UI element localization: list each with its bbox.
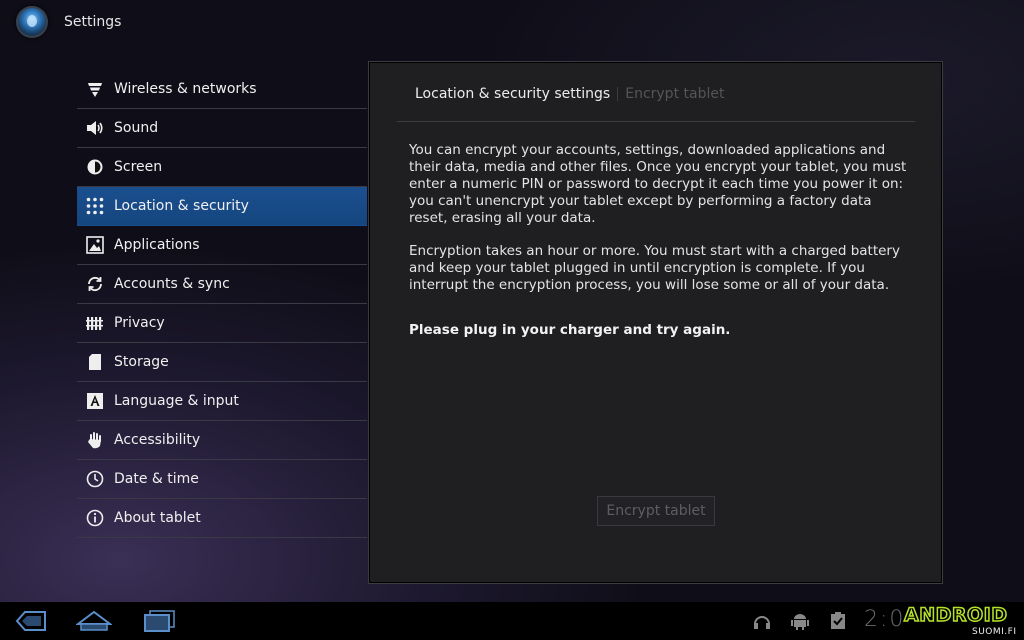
recent-apps-icon[interactable] <box>142 608 176 634</box>
sidebar-item-label: Wireless & networks <box>114 81 257 97</box>
brightness-icon <box>85 157 105 177</box>
watermark-sub: SUOMI.FI <box>972 627 1017 637</box>
sidebar-item-label: Date & time <box>114 471 199 487</box>
clipboard-check-icon[interactable] <box>828 612 848 634</box>
sidebar-item-storage[interactable]: Storage <box>77 343 367 382</box>
sidebar-item-label: Language & input <box>114 393 239 409</box>
panel-divider <box>397 121 915 122</box>
watermark-logo: ANDROID <box>903 604 1008 626</box>
applications-icon <box>85 235 105 255</box>
sidebar-item-sound[interactable]: Sound <box>77 109 367 148</box>
sidebar-item-language-input[interactable]: Language & input <box>77 382 367 421</box>
sidebar-item-accessibility[interactable]: Accessibility <box>77 421 367 460</box>
breadcrumb-encrypt-tablet: Encrypt tablet <box>625 86 725 102</box>
speaker-icon <box>85 118 105 138</box>
sidebar-item-wireless[interactable]: Wireless & networks <box>77 70 367 109</box>
sidebar-item-label: About tablet <box>114 510 201 526</box>
hand-icon <box>85 430 105 450</box>
encryption-description: You can encrypt your accounts, settings,… <box>409 142 907 226</box>
sidebar-item-accounts-sync[interactable]: Accounts & sync <box>77 265 367 304</box>
app-title: Settings <box>64 14 122 30</box>
sidebar-item-label: Accounts & sync <box>114 276 230 292</box>
sidebar-item-label: Location & security <box>114 198 249 214</box>
wifi-icon <box>85 79 105 99</box>
encryption-warning: Encryption takes an hour or more. You mu… <box>409 243 900 293</box>
breadcrumb-location-security[interactable]: Location & security settings <box>415 86 610 102</box>
settings-app-icon[interactable] <box>16 6 48 38</box>
back-icon[interactable] <box>14 608 48 634</box>
sidebar-item-screen[interactable]: Screen <box>77 148 367 187</box>
action-bar: Settings <box>0 0 1024 46</box>
sidebar-item-label: Sound <box>114 120 159 136</box>
encrypt-tablet-panel: Location & security settings Encrypt tab… <box>368 61 943 584</box>
sd-card-icon <box>85 352 105 372</box>
system-bar: 2:0 <box>0 602 1024 640</box>
home-icon[interactable] <box>76 608 112 634</box>
location-grid-icon <box>85 196 105 216</box>
sidebar-item-label: Screen <box>114 159 163 175</box>
sidebar-item-label: Applications <box>114 237 200 253</box>
sidebar-item-about-tablet[interactable]: About tablet <box>77 499 367 538</box>
clock-icon <box>85 469 105 489</box>
sidebar-item-label: Privacy <box>114 315 165 331</box>
sidebar-item-location-security[interactable]: Location & security <box>77 187 367 226</box>
sidebar-item-date-time[interactable]: Date & time <box>77 460 367 499</box>
sidebar-item-applications[interactable]: Applications <box>77 226 367 265</box>
sidebar-item-label: Accessibility <box>114 432 201 448</box>
privacy-icon <box>85 313 105 333</box>
settings-sidebar: Wireless & networks Sound Screen Locatio… <box>77 70 367 538</box>
language-icon <box>85 391 105 411</box>
android-debug-icon[interactable] <box>790 612 810 634</box>
encrypt-tablet-button[interactable]: Encrypt tablet <box>597 496 715 526</box>
clock[interactable]: 2:0 <box>864 607 905 632</box>
sidebar-item-privacy[interactable]: Privacy <box>77 304 367 343</box>
breadcrumb: Location & security settings Encrypt tab… <box>415 86 724 102</box>
sync-icon <box>85 274 105 294</box>
headphones-icon[interactable] <box>752 612 772 634</box>
charger-notice: Please plug in your charger and try agai… <box>409 322 731 338</box>
info-icon <box>85 508 105 528</box>
breadcrumb-separator <box>617 87 619 101</box>
sidebar-item-label: Storage <box>114 354 169 370</box>
